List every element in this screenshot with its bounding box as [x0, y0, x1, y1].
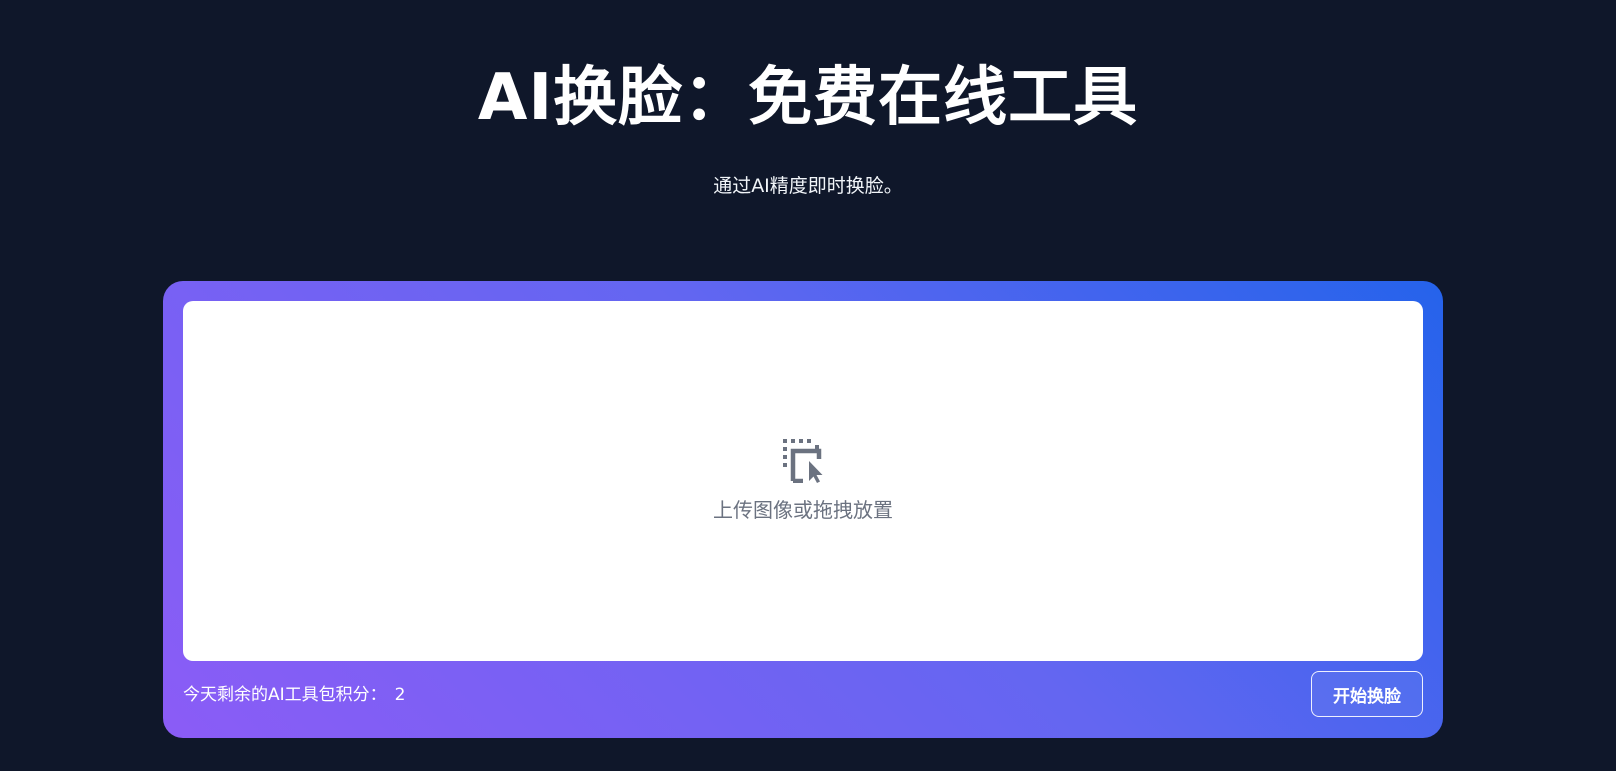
- face-swap-card: 上传图像或拖拽放置 今天剩余的AI工具包积分： 2 开始换脸: [163, 281, 1443, 738]
- credits-remaining: 今天剩余的AI工具包积分： 2: [183, 681, 405, 709]
- start-face-swap-button[interactable]: 开始换脸: [1311, 671, 1423, 717]
- page: AI换脸：免费在线工具 通过AI精度即时换脸。 上传图像或拖拽放置 今天剩余的A…: [0, 0, 1616, 771]
- upload-prompt: 上传图像或拖拽放置: [713, 498, 893, 522]
- credits-label: 今天剩余的AI工具包积分：: [183, 685, 387, 705]
- upload-dropzone[interactable]: 上传图像或拖拽放置: [183, 301, 1423, 661]
- drag-select-icon: [783, 439, 823, 483]
- credits-value: 2: [394, 685, 406, 705]
- page-subtitle: 通过AI精度即时换脸。: [713, 175, 903, 197]
- page-title: AI换脸：免费在线工具: [477, 61, 1139, 135]
